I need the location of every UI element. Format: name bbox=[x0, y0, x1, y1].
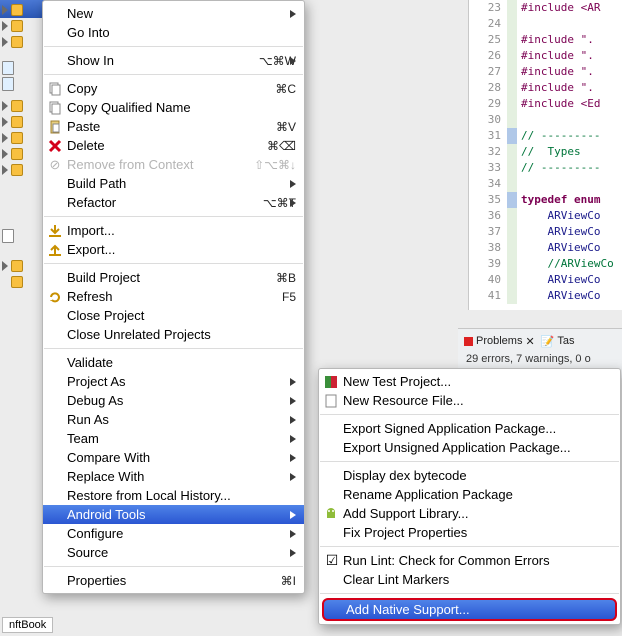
submenu-export-signed[interactable]: Export Signed Application Package... bbox=[319, 419, 620, 438]
menu-show-in[interactable]: Show In⌥⌘W bbox=[43, 51, 304, 70]
editor-tab[interactable]: nftBook bbox=[2, 617, 53, 633]
file-icon bbox=[323, 393, 339, 409]
menu-android-tools[interactable]: Android Tools bbox=[43, 505, 304, 524]
menu-refactor[interactable]: Refactor⌥⌘T bbox=[43, 193, 304, 212]
menu-copy[interactable]: Copy⌘C bbox=[43, 79, 304, 98]
chevron-right-icon bbox=[290, 57, 296, 65]
copy-icon bbox=[47, 100, 63, 116]
menu-import[interactable]: Import... bbox=[43, 221, 304, 240]
submenu-rename-app[interactable]: Rename Application Package bbox=[319, 485, 620, 504]
tab-problems[interactable]: Problems ✕ bbox=[464, 335, 535, 348]
check-icon: ☑︎ bbox=[324, 553, 340, 569]
menu-configure[interactable]: Configure bbox=[43, 524, 304, 543]
export-icon bbox=[47, 242, 63, 258]
menu-build-path[interactable]: Build Path bbox=[43, 174, 304, 193]
paste-icon bbox=[47, 119, 63, 135]
chevron-right-icon bbox=[290, 435, 296, 443]
chevron-right-icon bbox=[290, 378, 296, 386]
remove-context-icon: ⊘ bbox=[47, 157, 63, 173]
menu-replace-with[interactable]: Replace With bbox=[43, 467, 304, 486]
junit-icon bbox=[323, 374, 339, 390]
code-editor: 23#include <AR2425#include ".26#include … bbox=[468, 0, 622, 310]
menu-export[interactable]: Export... bbox=[43, 240, 304, 259]
menu-project-as[interactable]: Project As bbox=[43, 372, 304, 391]
menu-paste[interactable]: Paste⌘V bbox=[43, 117, 304, 136]
menu-copy-qualified[interactable]: Copy Qualified Name bbox=[43, 98, 304, 117]
menu-close-unrelated[interactable]: Close Unrelated Projects bbox=[43, 325, 304, 344]
menu-run-as[interactable]: Run As bbox=[43, 410, 304, 429]
menu-team[interactable]: Team bbox=[43, 429, 304, 448]
menu-remove-context: ⊘Remove from Context⇧⌥⌘↓ bbox=[43, 155, 304, 174]
submenu-add-support[interactable]: Add Support Library... bbox=[319, 504, 620, 523]
error-icon bbox=[464, 337, 473, 346]
chevron-right-icon bbox=[290, 454, 296, 462]
chevron-right-icon bbox=[290, 397, 296, 405]
menu-go-into[interactable]: Go Into bbox=[43, 23, 304, 42]
submenu-add-native-support[interactable]: Add Native Support... bbox=[322, 598, 617, 621]
submenu-display-dex[interactable]: Display dex bytecode bbox=[319, 466, 620, 485]
chevron-right-icon bbox=[290, 416, 296, 424]
chevron-right-icon bbox=[290, 511, 296, 519]
submenu-new-test-project[interactable]: New Test Project... bbox=[319, 372, 620, 391]
chevron-right-icon bbox=[290, 549, 296, 557]
menu-debug-as[interactable]: Debug As bbox=[43, 391, 304, 410]
android-icon bbox=[323, 506, 339, 522]
menu-refresh[interactable]: RefreshF5 bbox=[43, 287, 304, 306]
refresh-icon bbox=[47, 289, 63, 305]
submenu-run-lint[interactable]: ☑︎Run Lint: Check for Common Errors bbox=[319, 551, 620, 570]
menu-new[interactable]: New bbox=[43, 4, 304, 23]
tab-tasks[interactable]: 📝 Tas bbox=[541, 335, 575, 348]
chevron-right-icon bbox=[290, 199, 296, 207]
menu-source[interactable]: Source bbox=[43, 543, 304, 562]
project-tree bbox=[0, 0, 42, 290]
problems-summary: 29 errors, 7 warnings, 0 o bbox=[458, 353, 622, 365]
chevron-right-icon bbox=[290, 473, 296, 481]
submenu-clear-lint[interactable]: Clear Lint Markers bbox=[319, 570, 620, 589]
menu-compare-with[interactable]: Compare With bbox=[43, 448, 304, 467]
copy-icon bbox=[47, 81, 63, 97]
menu-restore[interactable]: Restore from Local History... bbox=[43, 486, 304, 505]
submenu-fix-props[interactable]: Fix Project Properties bbox=[319, 523, 620, 542]
menu-delete[interactable]: Delete⌘⌫ bbox=[43, 136, 304, 155]
chevron-right-icon bbox=[290, 530, 296, 538]
chevron-right-icon bbox=[290, 10, 296, 18]
delete-icon bbox=[47, 138, 63, 154]
submenu-new-resource-file[interactable]: New Resource File... bbox=[319, 391, 620, 410]
menu-build-project[interactable]: Build Project⌘B bbox=[43, 268, 304, 287]
import-icon bbox=[47, 223, 63, 239]
chevron-right-icon bbox=[290, 180, 296, 188]
context-menu: New Go Into Show In⌥⌘W Copy⌘C Copy Quali… bbox=[42, 0, 305, 594]
submenu-export-unsigned[interactable]: Export Unsigned Application Package... bbox=[319, 438, 620, 457]
menu-validate[interactable]: Validate bbox=[43, 353, 304, 372]
menu-properties[interactable]: Properties⌘I bbox=[43, 571, 304, 590]
android-tools-submenu: New Test Project... New Resource File...… bbox=[318, 368, 621, 625]
menu-close-project[interactable]: Close Project bbox=[43, 306, 304, 325]
